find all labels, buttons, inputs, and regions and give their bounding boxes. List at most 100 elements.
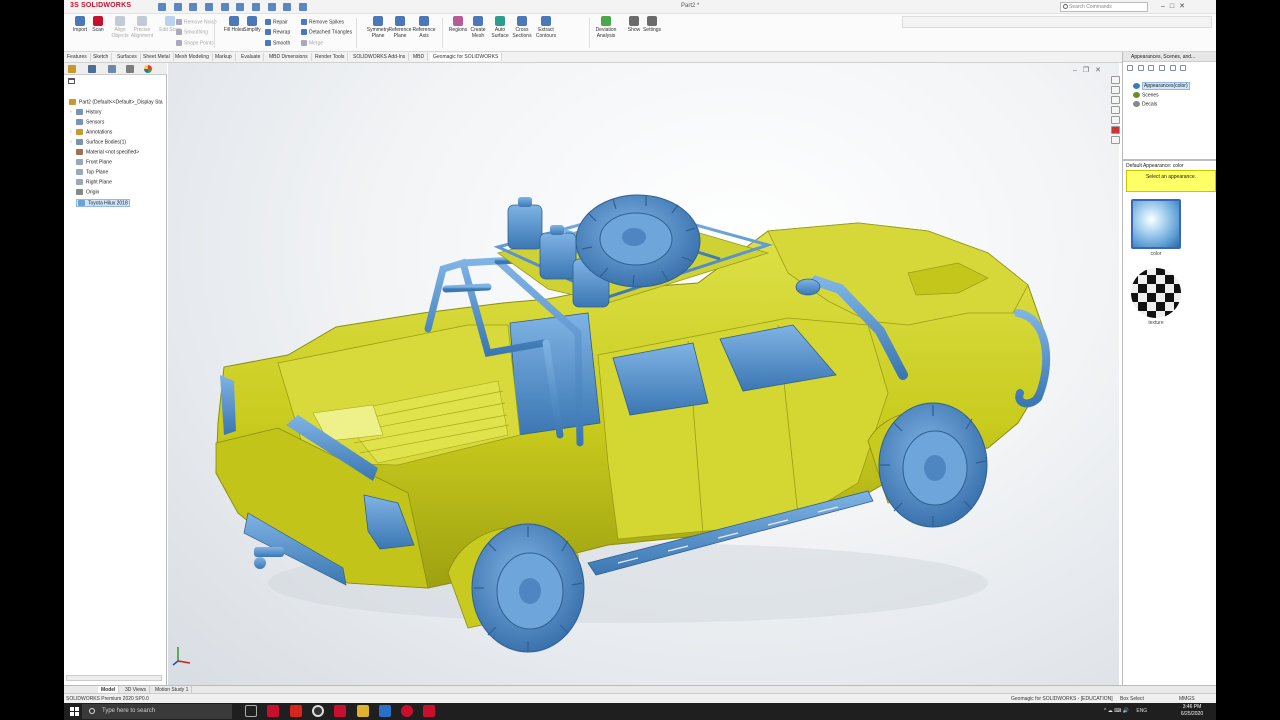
smooth-button[interactable]: Smooth [265,40,290,46]
solidworks-logo[interactable]: 3S SOLIDWORKS [70,2,131,9]
solidworks-pdm-taskbar-icon[interactable] [423,705,435,717]
search-commands-input[interactable]: Search Commands [1060,2,1148,12]
pane-item-scenes[interactable]: Scenes [1133,92,1159,98]
pane-item-decals[interactable]: Decals [1133,101,1157,107]
simplify-button[interactable]: Simplify [240,16,264,33]
add-location-icon[interactable] [1148,65,1155,71]
solidworks-app-taskbar-icon[interactable] [334,705,346,717]
taskbar-search-box[interactable]: Type here to search [82,704,232,719]
edge-taskbar-icon[interactable] [379,705,391,717]
minimize-button[interactable]: – [1161,3,1170,10]
design-library-icon[interactable] [1111,86,1120,94]
tab-mesh-modeling[interactable]: Mesh Modeling [172,53,213,61]
acrobat-taskbar-icon[interactable] [290,705,302,717]
pane-item-appearances-color[interactable]: Appearances(color) [1133,82,1190,91]
create-mesh-button[interactable]: Create Mesh [466,16,490,39]
solidworks-taskbar-icon[interactable] [267,705,279,717]
deviation-analysis-button[interactable]: Deviation Analysis [594,16,618,39]
select-icon[interactable] [252,3,261,11]
tree-item-sensors[interactable]: Sensors [76,119,104,125]
dimxpert-tab-icon[interactable] [126,65,134,73]
expand-chevron-icon[interactable]: › [70,129,72,135]
tab-sheet-metal[interactable]: Sheet Metal [140,53,174,61]
tree-horizontal-scrollbar[interactable] [66,675,162,681]
options-icon[interactable] [299,3,308,11]
reference-axis-button[interactable]: Reference Axis [412,16,436,39]
system-tray[interactable]: ^ ☁ ⌨ 🔊 ENG [1104,708,1147,714]
status-select-mode[interactable]: Box Select [1120,696,1144,702]
configuration-tab-icon[interactable] [108,65,116,73]
taskbar-clock[interactable]: 3:46 PM 6/25/2020 [1174,704,1210,718]
tree-item-toyota-hilux-2018[interactable]: Toyota Hilux 2018 [76,199,130,208]
forward-icon[interactable] [1137,65,1144,71]
tab-surfaces[interactable]: Surfaces [114,53,141,61]
tab-render-tools[interactable]: Render Tools [312,53,349,61]
pickup-truck-model[interactable] [168,63,1119,685]
tree-item-annotations[interactable]: › Annotations [70,129,112,135]
undo-icon[interactable] [236,3,245,11]
print-icon[interactable] [220,3,229,11]
tab-markup[interactable]: Markup [212,53,236,61]
tab-sketch[interactable]: Sketch [90,53,113,61]
auto-surface-button[interactable]: Auto Surface [488,16,512,39]
tree-item-top-plane[interactable]: Top Plane [76,169,108,175]
file-explorer-taskbar-icon[interactable] [357,705,369,717]
views-icon[interactable] [1180,65,1187,71]
back-icon[interactable] [1127,65,1133,71]
reference-plane-button[interactable]: Reference Plane [388,16,412,39]
rewrap-button[interactable]: Rewrap [265,29,290,35]
filter-icon[interactable] [68,78,75,84]
tree-root-part[interactable]: Part2 (Default<<Default>_Display Sta [69,99,163,105]
open-icon[interactable] [189,3,198,11]
tab-evaluate[interactable]: Evaluate [238,53,265,61]
record-taskbar-icon[interactable] [401,705,413,717]
home-icon[interactable] [158,3,166,11]
tab-solidworks-add-ins[interactable]: SOLIDWORKS Add-Ins [350,53,410,61]
tab-features[interactable]: Features [64,53,91,61]
solidworks-resources-icon[interactable] [1111,76,1120,84]
cross-sections-button[interactable]: Cross Sections [510,16,534,39]
file-explorer-icon[interactable] [1111,96,1120,104]
tree-item-right-plane[interactable]: Right Plane [76,179,112,185]
graphics-area[interactable]: –❐✕ [168,63,1119,685]
appearances-tab-icon[interactable] [1111,116,1120,124]
tree-item-surface-bodies-1[interactable]: › Surface Bodies(1) [70,139,126,145]
tab-geomagic-for-solidworks[interactable]: Geomagic for SOLIDWORKS [430,53,503,61]
display-manager-tab-icon[interactable] [144,65,152,73]
tree-item-origin[interactable]: Origin [76,189,99,195]
save-icon[interactable] [205,3,214,11]
expand-chevron-icon[interactable]: › [70,139,72,145]
tree-item-history[interactable]: › History [70,109,102,115]
forum-icon[interactable] [1111,136,1120,144]
scan-button[interactable]: Scan [86,16,110,33]
texture-appearance-thumb[interactable] [1131,268,1181,318]
color-appearance-thumb[interactable] [1131,199,1181,249]
home-folder-icon[interactable] [1159,65,1166,71]
extract-contours-button[interactable]: Extract Contours [534,16,558,39]
status-units[interactable]: MMGS [1179,696,1195,702]
remove-spikes-button[interactable]: Remove Spikes [301,19,344,25]
windows-start-icon[interactable] [70,707,79,716]
new-document-icon[interactable] [173,3,182,11]
pane-splitter[interactable] [1123,159,1216,161]
refresh-icon[interactable] [1169,65,1176,71]
detached-triangles-button[interactable]: Detached Triangles [301,29,352,35]
language-indicator[interactable]: ENG [1136,708,1147,714]
close-button[interactable]: ✕ [1179,3,1190,10]
featuremanager-tab-icon[interactable] [68,65,76,73]
maximize-button[interactable]: □ [1170,3,1179,10]
tray-icons[interactable]: ^ ☁ ⌨ 🔊 [1104,708,1129,714]
tree-item-front-plane[interactable]: Front Plane [76,159,112,165]
task-view-icon[interactable] [245,705,257,717]
expand-chevron-icon[interactable]: › [70,109,72,115]
rebuild-icon[interactable] [267,3,276,11]
symmetry-plane-button[interactable]: Symmetry Plane [366,16,390,39]
settings-button[interactable]: Settings [640,16,664,33]
propertymanager-tab-icon[interactable] [88,65,96,73]
tree-item-material-not-specified[interactable]: Material <not specified> [76,149,139,155]
view-palette-icon[interactable] [1111,106,1120,114]
obs-taskbar-icon[interactable] [312,705,324,717]
custom-properties-icon[interactable] [1111,126,1120,134]
tab-mbd-dimensions[interactable]: MBD Dimensions [266,53,312,61]
repair-button[interactable]: Repair [265,19,288,25]
